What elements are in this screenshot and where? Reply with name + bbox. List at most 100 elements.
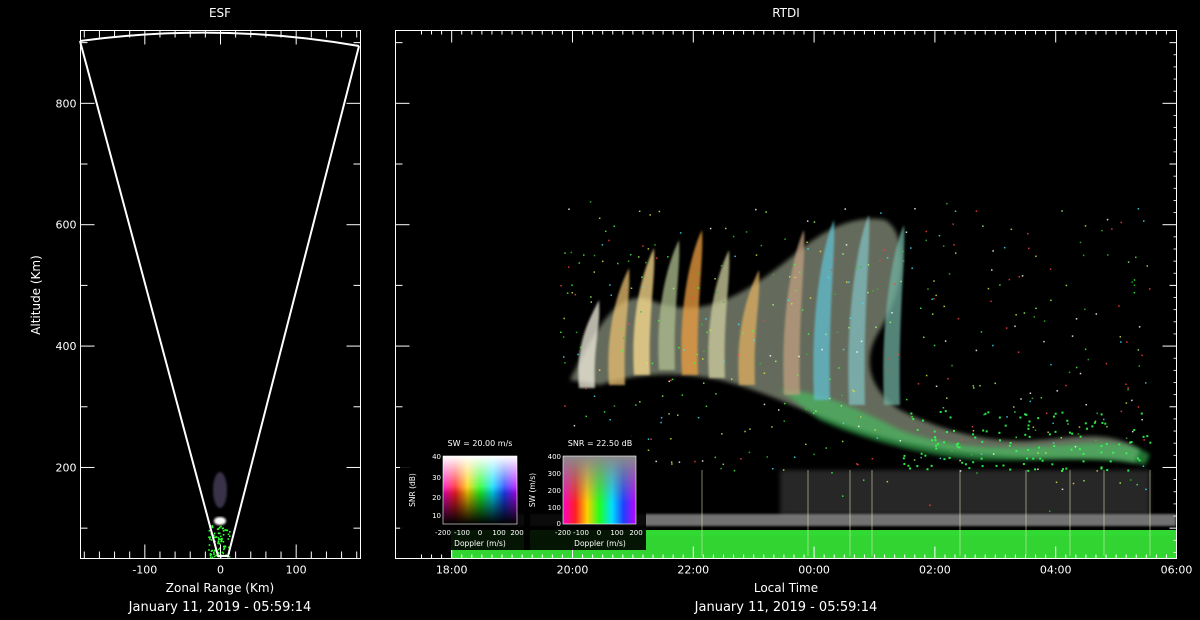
rtdi-speckle-dot [1131,430,1134,433]
rtdi-speckle-dot [1141,418,1143,421]
esf-x-axis-label: Zonal Range (Km) [166,581,274,595]
rtdi-speckle-dot [604,230,607,233]
rtdi-speckle-dot [640,311,642,313]
rtdi-speckle-dot [1127,469,1130,472]
rtdi-speckle-dot [1120,221,1122,224]
rtdi-speckle-dot [613,225,615,228]
rtdi-speckle-dot [1079,372,1082,375]
esf-echo-region [208,472,231,559]
rtdi-speckle-dot [635,404,637,406]
rtdi-speckle-dot [1084,422,1087,425]
rtdi-speckle-dot [894,283,896,285]
esf-green-echo [217,542,219,545]
rtdi-speckle-dot [661,395,664,397]
rtdi-speckle-dot [856,351,858,353]
rtdi-speckle-dot [1100,445,1103,448]
rtdi-speckle-dot [783,402,786,405]
esf-green-echo [229,535,231,537]
rtdi-speckle-dot [794,276,797,279]
rtdi-speckle-dot [577,353,579,356]
rtdi-speckle-dot [998,431,1001,434]
rtdi-speckle-dot [755,208,757,211]
rtdi-speckle-dot [1120,410,1123,413]
rtdi-speckle-dot [836,331,839,334]
rtdi-speckle-dot [1138,365,1141,367]
rtdi-speckle-dot [813,412,815,414]
rtdi-speckle-dot [805,353,808,356]
rtdi-speckle-dot [1075,318,1078,320]
rtdi-speckle-dot [905,231,908,234]
rtdi-speckle-dot [805,408,807,410]
rtdi-speckle-dot [841,440,844,443]
rtdi-speckle-dot [1075,366,1078,369]
snr-legend-ytick: 300 [548,470,561,478]
snr-legend-ylabel: SW (m/s) [528,473,537,507]
rtdi-speckle-dot [1019,416,1022,419]
rtdi-speckle-dot [683,349,685,351]
rtdi-speckle-dot [573,424,576,427]
rtdi-speckle-dot [585,415,587,418]
rtdi-speckle-dot [1143,220,1145,222]
rtdi-speckle-dot [742,332,744,335]
rtdi-speckle-dot [1045,412,1048,415]
rtdi-speckle-dot [794,289,797,292]
rtdi-speckle-dot [766,456,769,458]
rtdi-speckle-dot [959,459,961,462]
esf-green-echo [209,538,211,540]
rtdi-speckle-dot [1050,299,1052,302]
rtdi-speckle-dot [1049,268,1052,270]
rtdi-speckle-dot [1131,456,1133,459]
rtdi-speckle-dot [570,251,573,254]
rtdi-speckle-dot [1061,488,1064,491]
rtdi-speckle-dot [821,348,823,351]
esf-green-echo [221,551,224,554]
rtdi-speckle-dot [1106,469,1109,472]
rtdi-speckle-dot [627,260,630,262]
rtdi-speckle-dot [1133,279,1136,281]
rtdi-speckle-dot [1078,448,1081,451]
rtdi-speckle-dot [772,304,774,306]
rtdi-speckle-dot [1119,336,1122,338]
rtdi-speckle-dot [860,340,863,343]
rtdi-speckle-dot [583,254,585,256]
rtdi-speckle-dot [732,235,735,238]
rtdi-speckle-dot [1109,460,1112,463]
rtdi-speckle-dot [1061,469,1064,472]
rtdi-speckle-dot [590,301,593,303]
rtdi-speckle-dot [1008,444,1011,447]
rtdi-speckle-dot [842,253,844,255]
rtdi-speckle-dot [637,256,640,258]
rtdi-speckle-dot [862,302,864,305]
rtdi-speckle-dot [733,469,736,472]
rtdi-speckle-dot [1145,488,1147,491]
rtdi-speckle-dot [970,454,973,456]
rtdi-speckle-dot [933,436,936,439]
rtdi-speckle-dot [1119,482,1121,484]
rtdi-speckle-dot [1129,441,1132,444]
rtdi-speckle-dot [564,362,566,364]
esf-green-echo [210,539,213,541]
rtdi-speckle-dot [755,254,758,256]
rtdi-speckle-dot [827,276,830,279]
rtdi-speckle-dot [933,298,935,300]
rtdi-speckle-dot [567,266,570,268]
rtdi-speckle-dot [883,249,886,251]
rtdi-speckle-dot [765,211,767,213]
rtdi-speckle-dot [737,354,740,357]
rtdi-speckle-dot [971,425,974,428]
rtdi-speckle-dot [1045,452,1047,454]
rtdi-speckle-dot [848,326,850,329]
rtdi-speckle-dot [737,323,740,326]
rtdi-speckle-dot [580,346,582,349]
rtdi-speckle-dot [1106,425,1108,428]
esf-green-echo [213,532,216,535]
rtdi-speckle-dot [1111,228,1113,230]
rtdi-speckle-dot [721,433,723,435]
rtdi-speckle-dot [925,230,928,233]
rtdi-speckle-dot [981,465,984,468]
rtdi-speckle-dot [734,255,736,258]
rtdi-speckle-dot [585,387,587,390]
esf-green-echo [222,530,225,532]
rtdi-speckle-dot [938,234,941,237]
rtdi-speckle-dot [1077,433,1080,435]
